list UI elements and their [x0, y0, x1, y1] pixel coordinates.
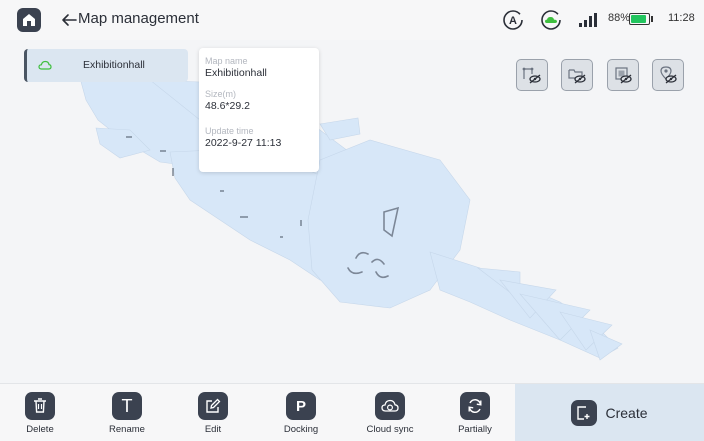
path-hidden-icon: [522, 67, 541, 84]
map-name-value: Exhibitionhall: [205, 67, 267, 79]
partially-label: Partially: [458, 424, 492, 435]
clock: 11:28: [668, 12, 695, 24]
parking-icon: P: [295, 397, 306, 415]
map-speckle-6: [126, 136, 132, 138]
map-speckle-2: [172, 168, 174, 176]
create-map-icon: [577, 406, 590, 420]
back-arrow-icon[interactable]: [60, 11, 78, 29]
map-drawing: [79, 71, 623, 361]
refresh-icon: [468, 398, 482, 414]
rename-icon-box: T: [112, 392, 142, 420]
delete-button[interactable]: Delete: [5, 392, 75, 435]
trash-icon: [34, 398, 46, 413]
docking-label: Docking: [283, 424, 319, 435]
map-info-popup: Map name Exhibitionhall Size(m) 48.6*29.…: [199, 48, 319, 172]
cloud-sync-icon-box: [375, 392, 405, 420]
delete-label: Delete: [26, 424, 54, 435]
map-speckle-7: [300, 220, 302, 226]
update-time-label: Update time: [205, 126, 254, 136]
home-icon: [23, 14, 35, 26]
edit-label: Edit: [204, 424, 222, 435]
size-label: Size(m): [205, 89, 236, 99]
docking-icon-box: P: [286, 392, 316, 420]
rename-button[interactable]: T Rename: [92, 392, 162, 435]
auto-mode-icon[interactable]: A: [502, 9, 524, 31]
location-hidden-icon: [660, 66, 677, 84]
edit-icon-box: [198, 392, 228, 420]
battery-icon: [629, 13, 650, 25]
battery-tip: [651, 16, 653, 22]
battery-fill: [631, 15, 646, 23]
edit-button[interactable]: Edit: [178, 392, 248, 435]
battery-percent: 88%: [608, 12, 631, 24]
toggle-location-layer-button[interactable]: [652, 59, 684, 91]
toggle-path-layer-button[interactable]: [516, 59, 548, 91]
map-list-item[interactable]: Exhibitionhall: [24, 49, 188, 82]
toggle-area-layer-button[interactable]: [561, 59, 593, 91]
delete-icon-box: [25, 392, 55, 420]
partially-icon-box: [460, 392, 490, 420]
signal-icon: [579, 13, 597, 27]
map-canvas[interactable]: Exhibitionhall Map name Exhibitionhall S…: [0, 40, 704, 383]
svg-text:A: A: [509, 15, 517, 27]
map-list-item-name: Exhibitionhall: [83, 59, 145, 71]
folder-hidden-icon: [568, 69, 586, 84]
cloud-sync-label: Cloud sync: [366, 424, 414, 435]
update-time-value: 2022-9-27 11:13: [205, 137, 282, 149]
grid-hidden-icon: [615, 67, 632, 84]
map-speckle-3: [220, 190, 224, 192]
partially-button[interactable]: Partially: [440, 392, 510, 435]
rename-label: Rename: [109, 424, 145, 435]
map-speckle-4: [240, 216, 248, 218]
map-speckle-1: [160, 150, 166, 152]
page-title: Map management: [78, 10, 199, 27]
create-icon-box: [571, 400, 598, 426]
docking-button[interactable]: P Docking: [266, 392, 336, 435]
text-t-icon: T: [121, 395, 133, 416]
top-bar: Map management A 88% 11:28: [0, 0, 704, 40]
size-value: 48.6*29.2: [205, 100, 250, 112]
cloud-icon: [38, 60, 52, 70]
map-name-label: Map name: [205, 56, 248, 66]
edit-icon: [206, 398, 221, 413]
cloud-status-icon[interactable]: [540, 9, 562, 31]
cloud-sync-icon: [381, 399, 399, 412]
bottom-toolbar: Delete T Rename Edit P Docking Cloud syn…: [0, 383, 704, 441]
toggle-grid-layer-button[interactable]: [607, 59, 639, 91]
home-button[interactable]: [17, 8, 41, 32]
cloud-sync-button[interactable]: Cloud sync: [355, 392, 425, 435]
create-label: Create: [605, 405, 648, 421]
create-button[interactable]: Create: [515, 384, 704, 441]
map-speckle-5: [280, 236, 283, 238]
